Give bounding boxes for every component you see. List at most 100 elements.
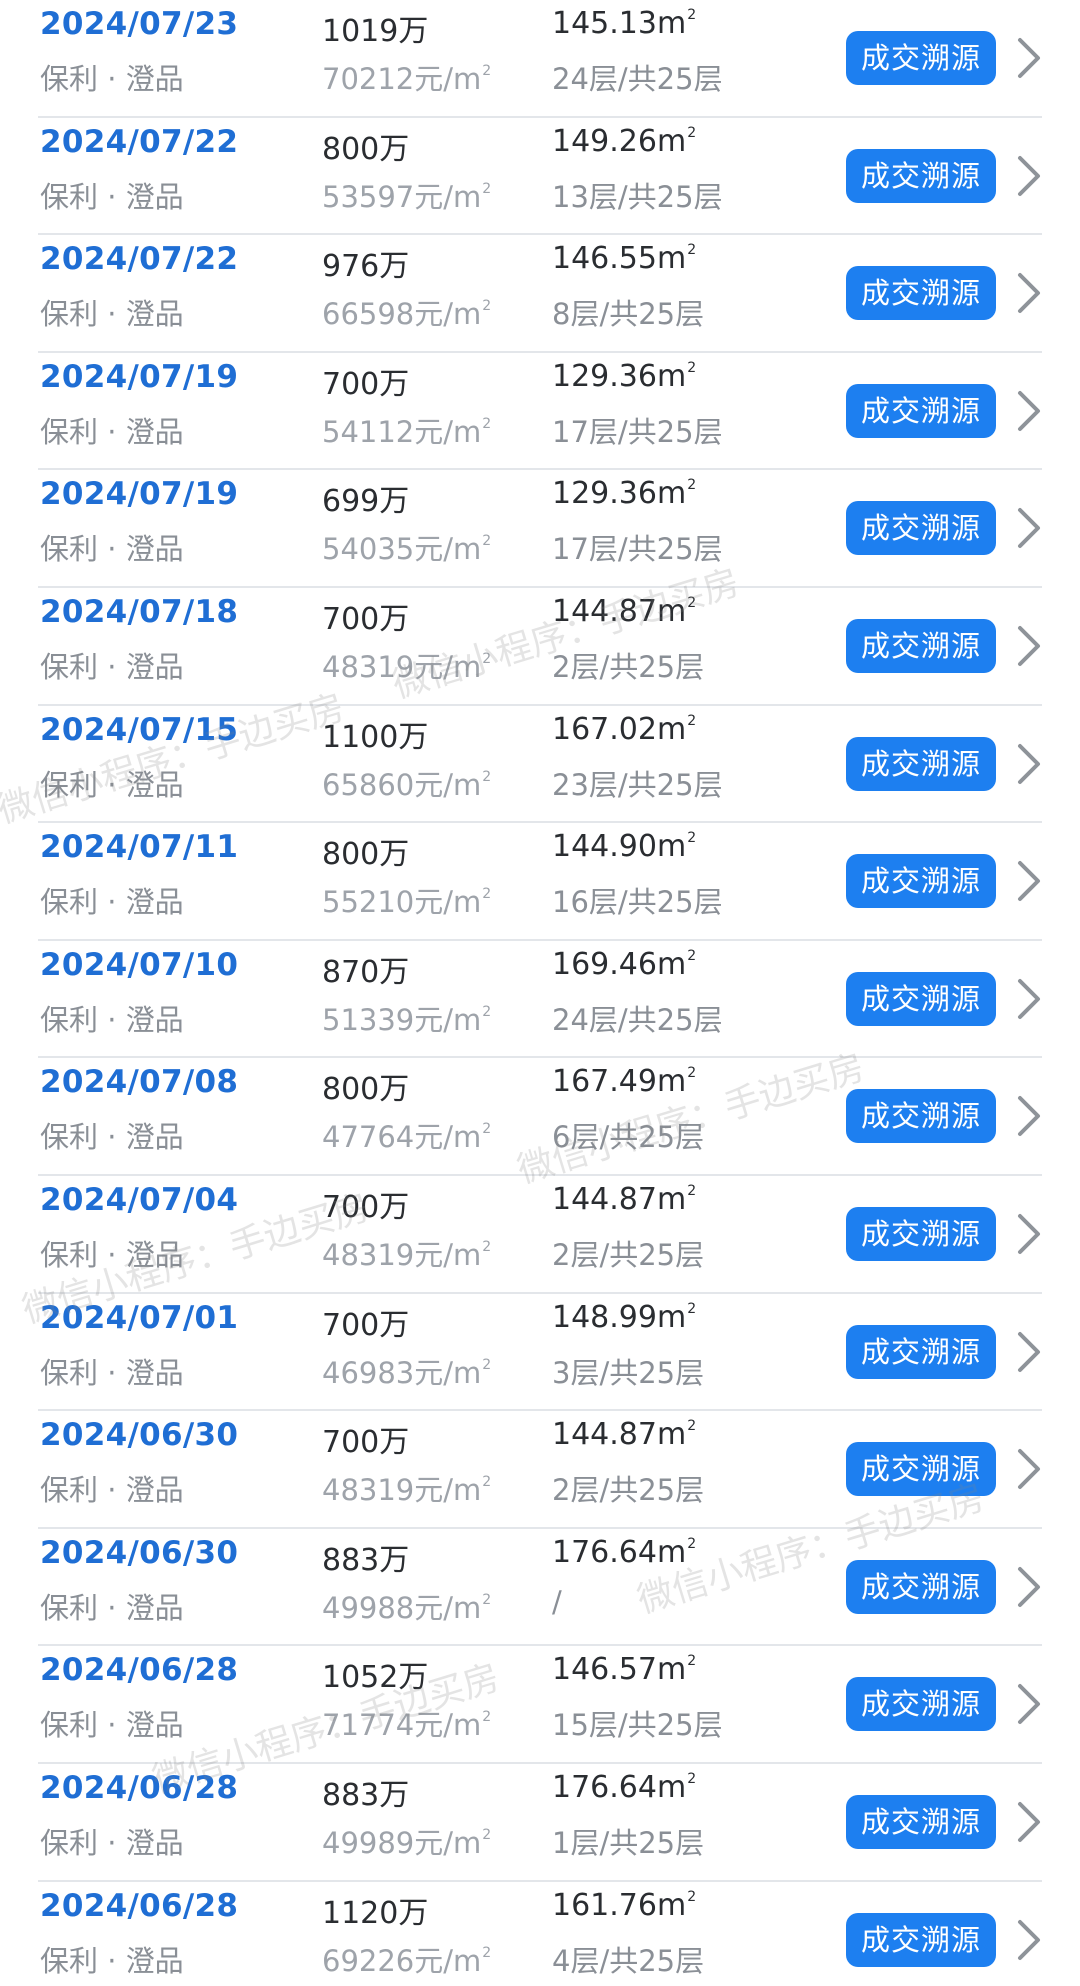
chevron-right-icon[interactable] [1016, 271, 1042, 315]
project-name: 保利 · 澄品 [40, 297, 184, 332]
transaction-row[interactable]: 2024/07/08 保利 · 澄品 800万 47764元/m2 167.49… [38, 1058, 1042, 1176]
transaction-row[interactable]: 2024/07/18 保利 · 澄品 700万 48319元/m2 144.87… [38, 588, 1042, 706]
chevron-right-icon[interactable] [1016, 859, 1042, 903]
square-superscript: 2 [687, 947, 697, 964]
total-price: 699万 [322, 484, 410, 520]
floor-info: 2层/共25层 [552, 649, 705, 684]
chevron-right-icon[interactable] [1016, 1212, 1042, 1256]
floor-area-value: 167.49m [552, 1064, 687, 1100]
trace-deal-button[interactable]: 成交溯源 [846, 1442, 996, 1497]
unit-price-value: 71774元/m [322, 1708, 482, 1743]
unit-price: 49989元/m2 [322, 1820, 491, 1862]
trace-deal-button[interactable]: 成交溯源 [846, 148, 996, 203]
unit-price: 69226元/m2 [322, 1938, 491, 1980]
trace-deal-button[interactable]: 成交溯源 [846, 1089, 996, 1144]
floor-info: 4层/共25层 [552, 1943, 705, 1978]
transaction-row[interactable]: 2024/06/28 保利 · 澄品 1052万 71774元/m2 146.5… [38, 1646, 1042, 1764]
unit-price: 48319元/m2 [322, 1467, 491, 1509]
unit-price-value: 49988元/m [322, 1590, 482, 1625]
trace-deal-button[interactable]: 成交溯源 [846, 1794, 996, 1849]
project-name: 保利 · 澄品 [40, 1002, 184, 1037]
square-superscript: 2 [482, 415, 492, 432]
transaction-row[interactable]: 2024/07/19 保利 · 澄品 700万 54112元/m2 129.36… [38, 353, 1042, 471]
project-name: 保利 · 澄品 [40, 532, 184, 567]
transaction-row[interactable]: 2024/06/30 保利 · 澄品 883万 49988元/m2 176.64… [38, 1529, 1042, 1647]
floor-area: 167.49m2 [552, 1064, 696, 1099]
unit-price-value: 54035元/m [322, 532, 482, 567]
unit-price: 66598元/m2 [322, 291, 491, 333]
trace-deal-button[interactable]: 成交溯源 [846, 971, 996, 1026]
square-superscript: 2 [687, 712, 697, 729]
floor-info: 13层/共25层 [552, 179, 723, 214]
square-superscript: 2 [687, 1418, 697, 1435]
floor-area: 148.99m2 [552, 1300, 696, 1335]
chevron-right-icon[interactable] [1016, 154, 1042, 198]
chevron-right-icon[interactable] [1016, 977, 1042, 1021]
total-price: 800万 [322, 837, 410, 873]
transaction-row[interactable]: 2024/07/22 保利 · 澄品 800万 53597元/m2 149.26… [38, 118, 1042, 236]
unit-price: 46983元/m2 [322, 1350, 491, 1392]
chevron-right-icon[interactable] [1016, 36, 1042, 80]
transaction-row[interactable]: 2024/06/30 保利 · 澄品 700万 48319元/m2 144.87… [38, 1411, 1042, 1529]
floor-area: 146.55m2 [552, 241, 696, 276]
total-price: 1019万 [322, 14, 429, 49]
transaction-row[interactable]: 2024/06/28 保利 · 澄品 883万 49989元/m2 176.64… [38, 1764, 1042, 1882]
trace-deal-button[interactable]: 成交溯源 [846, 31, 996, 85]
transaction-row[interactable]: 2024/07/15 保利 · 澄品 1100万 65860元/m2 167.0… [38, 706, 1042, 824]
trace-deal-button[interactable]: 成交溯源 [846, 1912, 996, 1967]
chevron-right-icon[interactable] [1016, 1682, 1042, 1726]
chevron-right-icon[interactable] [1016, 624, 1042, 668]
transaction-row[interactable]: 2024/07/04 保利 · 澄品 700万 48319元/m2 144.87… [38, 1176, 1042, 1294]
transaction-row[interactable]: 2024/07/22 保利 · 澄品 976万 66598元/m2 146.55… [38, 235, 1042, 353]
deal-date: 2024/07/19 [40, 358, 239, 395]
deal-date: 2024/07/11 [40, 829, 239, 866]
floor-area: 144.90m2 [552, 829, 696, 864]
trace-deal-button[interactable]: 成交溯源 [846, 618, 996, 673]
unit-price-value: 53597元/m [322, 179, 482, 214]
transaction-row[interactable]: 2024/07/11 保利 · 澄品 800万 55210元/m2 144.90… [38, 823, 1042, 941]
unit-price-value: 47764元/m [322, 1120, 482, 1155]
chevron-right-icon[interactable] [1016, 1565, 1042, 1609]
trace-deal-button[interactable]: 成交溯源 [846, 266, 996, 321]
floor-area: 144.87m2 [552, 1182, 696, 1217]
trace-deal-button[interactable]: 成交溯源 [846, 501, 996, 556]
trace-deal-button[interactable]: 成交溯源 [846, 736, 996, 791]
unit-price-value: 66598元/m [322, 297, 482, 332]
square-superscript: 2 [482, 650, 492, 667]
total-price: 800万 [322, 131, 410, 167]
transaction-row[interactable]: 2024/07/23 保利 · 澄品 1019万 70212元/m2 145.1… [38, 0, 1042, 118]
chevron-right-icon[interactable] [1016, 506, 1042, 550]
trace-deal-button[interactable]: 成交溯源 [846, 1677, 996, 1732]
trace-deal-button[interactable]: 成交溯源 [846, 1559, 996, 1614]
floor-area: 145.13m2 [552, 6, 696, 41]
chevron-right-icon[interactable] [1016, 1447, 1042, 1491]
deal-date: 2024/07/04 [40, 1181, 239, 1218]
trace-deal-button[interactable]: 成交溯源 [846, 854, 996, 909]
chevron-right-icon[interactable] [1016, 389, 1042, 433]
trace-deal-button[interactable]: 成交溯源 [846, 1324, 996, 1379]
chevron-right-icon[interactable] [1016, 1094, 1042, 1138]
chevron-right-icon[interactable] [1016, 1800, 1042, 1844]
deal-date: 2024/07/15 [40, 711, 239, 748]
trace-deal-button[interactable]: 成交溯源 [846, 383, 996, 438]
floor-info: 15层/共25层 [552, 1708, 723, 1743]
chevron-right-icon[interactable] [1016, 1918, 1042, 1962]
unit-price: 55210元/m2 [322, 879, 491, 921]
transaction-row[interactable]: 2024/07/10 保利 · 澄品 870万 51339元/m2 169.46… [38, 941, 1042, 1059]
square-superscript: 2 [687, 477, 697, 494]
unit-price-value: 54112元/m [322, 414, 482, 449]
chevron-right-icon[interactable] [1016, 742, 1042, 786]
deal-date: 2024/07/23 [40, 6, 239, 42]
transaction-list: 2024/07/23 保利 · 澄品 1019万 70212元/m2 145.1… [0, 0, 1080, 1986]
floor-area-value: 145.13m [552, 6, 687, 41]
chevron-right-icon[interactable] [1016, 1330, 1042, 1374]
trace-deal-button[interactable]: 成交溯源 [846, 1206, 996, 1261]
floor-area-value: 144.87m [552, 1417, 687, 1453]
transaction-row[interactable]: 2024/07/19 保利 · 澄品 699万 54035元/m2 129.36… [38, 470, 1042, 588]
unit-price: 71774元/m2 [322, 1702, 491, 1744]
project-name: 保利 · 澄品 [40, 1120, 184, 1155]
transaction-row[interactable]: 2024/07/01 保利 · 澄品 700万 46983元/m2 148.99… [38, 1294, 1042, 1412]
transaction-row[interactable]: 2024/06/28 保利 · 澄品 1120万 69226元/m2 161.7… [38, 1882, 1042, 1986]
square-superscript: 2 [687, 830, 697, 847]
square-superscript: 2 [687, 1770, 697, 1787]
